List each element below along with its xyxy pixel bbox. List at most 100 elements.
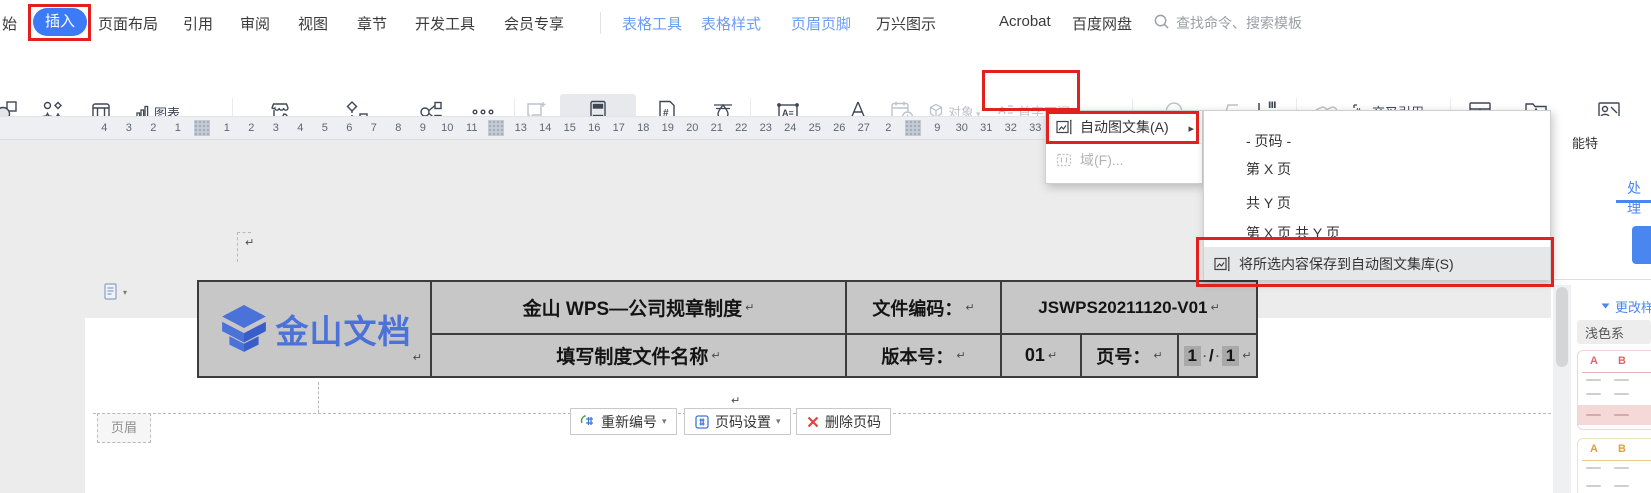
file-code-cell[interactable]: JSWPS20211120-V01↵: [1002, 282, 1256, 333]
card-accent-row: [1578, 405, 1651, 425]
tab-acrobat[interactable]: Acrobat: [999, 13, 1051, 30]
card-dash: [1614, 393, 1629, 395]
pilcrow-mark: ↵: [1210, 301, 1219, 314]
logo-cell[interactable]: 金山文档 ↵: [199, 282, 430, 376]
pilcrow-mark: ↵: [245, 236, 254, 249]
tab-home-partial[interactable]: 始: [2, 13, 17, 34]
card-header-rule: [1582, 460, 1651, 461]
boundary-mark: [318, 382, 319, 413]
wps-writer-window: 始 插入 页面布局 引用 审阅 视图 章节 开发工具 会员专享 表格工具 表格样…: [0, 0, 1651, 493]
tab-wanxing[interactable]: 万兴图示: [876, 13, 936, 34]
ruler-table-marker: [488, 120, 504, 136]
pilcrow-mark: ↵: [745, 301, 754, 314]
search-icon[interactable]: [1153, 13, 1170, 30]
card-col-a: A: [1590, 443, 1598, 455]
ruler-table-marker: [905, 120, 921, 136]
ruler-number: 27: [852, 122, 877, 134]
ruler-number: 16: [582, 122, 607, 134]
pane-divider: [1551, 279, 1651, 280]
ruler-number: 21: [705, 122, 730, 134]
tab-member[interactable]: 会员专享: [504, 13, 564, 34]
page-total-field[interactable]: 1: [1222, 346, 1239, 366]
margin-options-button[interactable]: ▾: [103, 283, 127, 301]
ruler-number: 23: [754, 122, 779, 134]
pilcrow-mark: ↵: [711, 349, 720, 362]
tab-divider: [600, 12, 601, 34]
table-style-card[interactable]: A B: [1577, 350, 1651, 430]
submenu-item-total-y[interactable]: 共 Y 页: [1246, 193, 1291, 213]
card-dash: [1586, 467, 1601, 469]
ruler-number: 17: [607, 122, 632, 134]
card-dash: [1586, 414, 1601, 416]
ruler-number: 1: [166, 122, 191, 134]
card-header-rule: [1582, 372, 1651, 373]
change-style-link[interactable]: 更改样式: [1615, 297, 1651, 316]
tab-page-layout[interactable]: 页面布局: [98, 13, 158, 34]
tab-table-style[interactable]: 表格样式: [701, 13, 761, 34]
tab-developer[interactable]: 开发工具: [415, 13, 475, 34]
chevron-down-icon: ▾: [776, 416, 781, 427]
boundary-mark: [237, 232, 251, 233]
delete-page-number-button[interactable]: 删除页码: [796, 408, 891, 435]
space-dot-mark: ·: [1203, 349, 1207, 363]
scrollbar-thumb[interactable]: [1556, 287, 1568, 367]
ruler-number: 9: [411, 122, 436, 134]
submenu-item-page-code[interactable]: - 页码 -: [1246, 131, 1291, 151]
page-options-icon: [103, 283, 120, 301]
ruler-number: 11: [460, 122, 485, 134]
renumber-icon: [580, 414, 596, 430]
kingsoft-docs-logo-icon: [218, 304, 270, 354]
page-separator: /: [1209, 346, 1214, 366]
section-collapse-icon[interactable]: [1602, 304, 1610, 309]
file-code-label-cell[interactable]: 文件编码：↵: [847, 282, 1000, 333]
page-setup-button[interactable]: 页码设置 ▾: [684, 408, 791, 435]
ruler-number: 7: [362, 122, 387, 134]
table-style-card[interactable]: A B: [1577, 438, 1651, 493]
renumber-button[interactable]: 重新编号 ▾: [570, 408, 677, 435]
doc-name-cell[interactable]: 填写制度文件名称↵: [432, 335, 845, 376]
light-series-chip[interactable]: 浅色系: [1577, 320, 1651, 344]
ruler-number: 2: [876, 122, 901, 134]
version-cell[interactable]: 01↵: [1002, 335, 1080, 376]
pilcrow-mark: ↵: [1048, 349, 1057, 362]
submenu-item-page-x[interactable]: 第 X 页: [1246, 159, 1291, 179]
search-input[interactable]: 查找命令、搜索模板: [1176, 13, 1302, 33]
vertical-scrollbar[interactable]: [1553, 285, 1571, 493]
ruler-number: 4: [92, 122, 117, 134]
pilcrow-mark: ↵: [965, 301, 974, 314]
delete-x-icon: [806, 415, 820, 429]
ruler-number: 22: [729, 122, 754, 134]
tab-view[interactable]: 视图: [298, 13, 328, 34]
card-col-b: B: [1618, 355, 1626, 367]
tab-references[interactable]: 引用: [183, 13, 213, 34]
ruler-number: 19: [656, 122, 681, 134]
ruler-number: 31: [974, 122, 999, 134]
ruler-number: 18: [631, 122, 656, 134]
tab-header-footer[interactable]: 页眉页脚: [791, 13, 851, 34]
page-current-field[interactable]: 1: [1184, 346, 1201, 366]
card-dash: [1586, 485, 1601, 487]
ruler-number: 20: [680, 122, 705, 134]
pilcrow-mark: ↵: [956, 349, 965, 362]
ruler-number: 25: [803, 122, 828, 134]
card-col-a: A: [1590, 355, 1598, 367]
tab-section[interactable]: 章节: [357, 13, 387, 34]
version-label-cell[interactable]: 版本号：↵: [847, 335, 1000, 376]
ruler-number: 15: [558, 122, 583, 134]
tab-baidu-pan[interactable]: 百度网盘: [1072, 13, 1132, 34]
page-label-cell[interactable]: 页号：↵: [1082, 335, 1177, 376]
title-cell[interactable]: 金山 WPS—公司规章制度↵: [432, 282, 845, 333]
card-dash: [1586, 379, 1601, 381]
space-dot-mark: ·: [1216, 349, 1220, 363]
pane-tab-fragment[interactable]: 处理: [1627, 178, 1651, 218]
primary-button-fragment[interactable]: [1632, 226, 1651, 264]
chevron-down-icon: ▾: [662, 416, 667, 427]
active-tab-underline: [1616, 200, 1651, 203]
ruler-number: 30: [950, 122, 975, 134]
tab-table-tools[interactable]: 表格工具: [622, 13, 682, 34]
header-table[interactable]: 金山文档 ↵ 金山 WPS—公司规章制度↵ 文件编码：↵ JSWPS202111…: [197, 280, 1258, 378]
page-number-cell[interactable]: 1 · / · 1 ↵: [1179, 335, 1256, 376]
ruler-number: 2: [141, 122, 166, 134]
tab-review[interactable]: 审阅: [240, 13, 270, 34]
ruler-number: 32: [999, 122, 1024, 134]
